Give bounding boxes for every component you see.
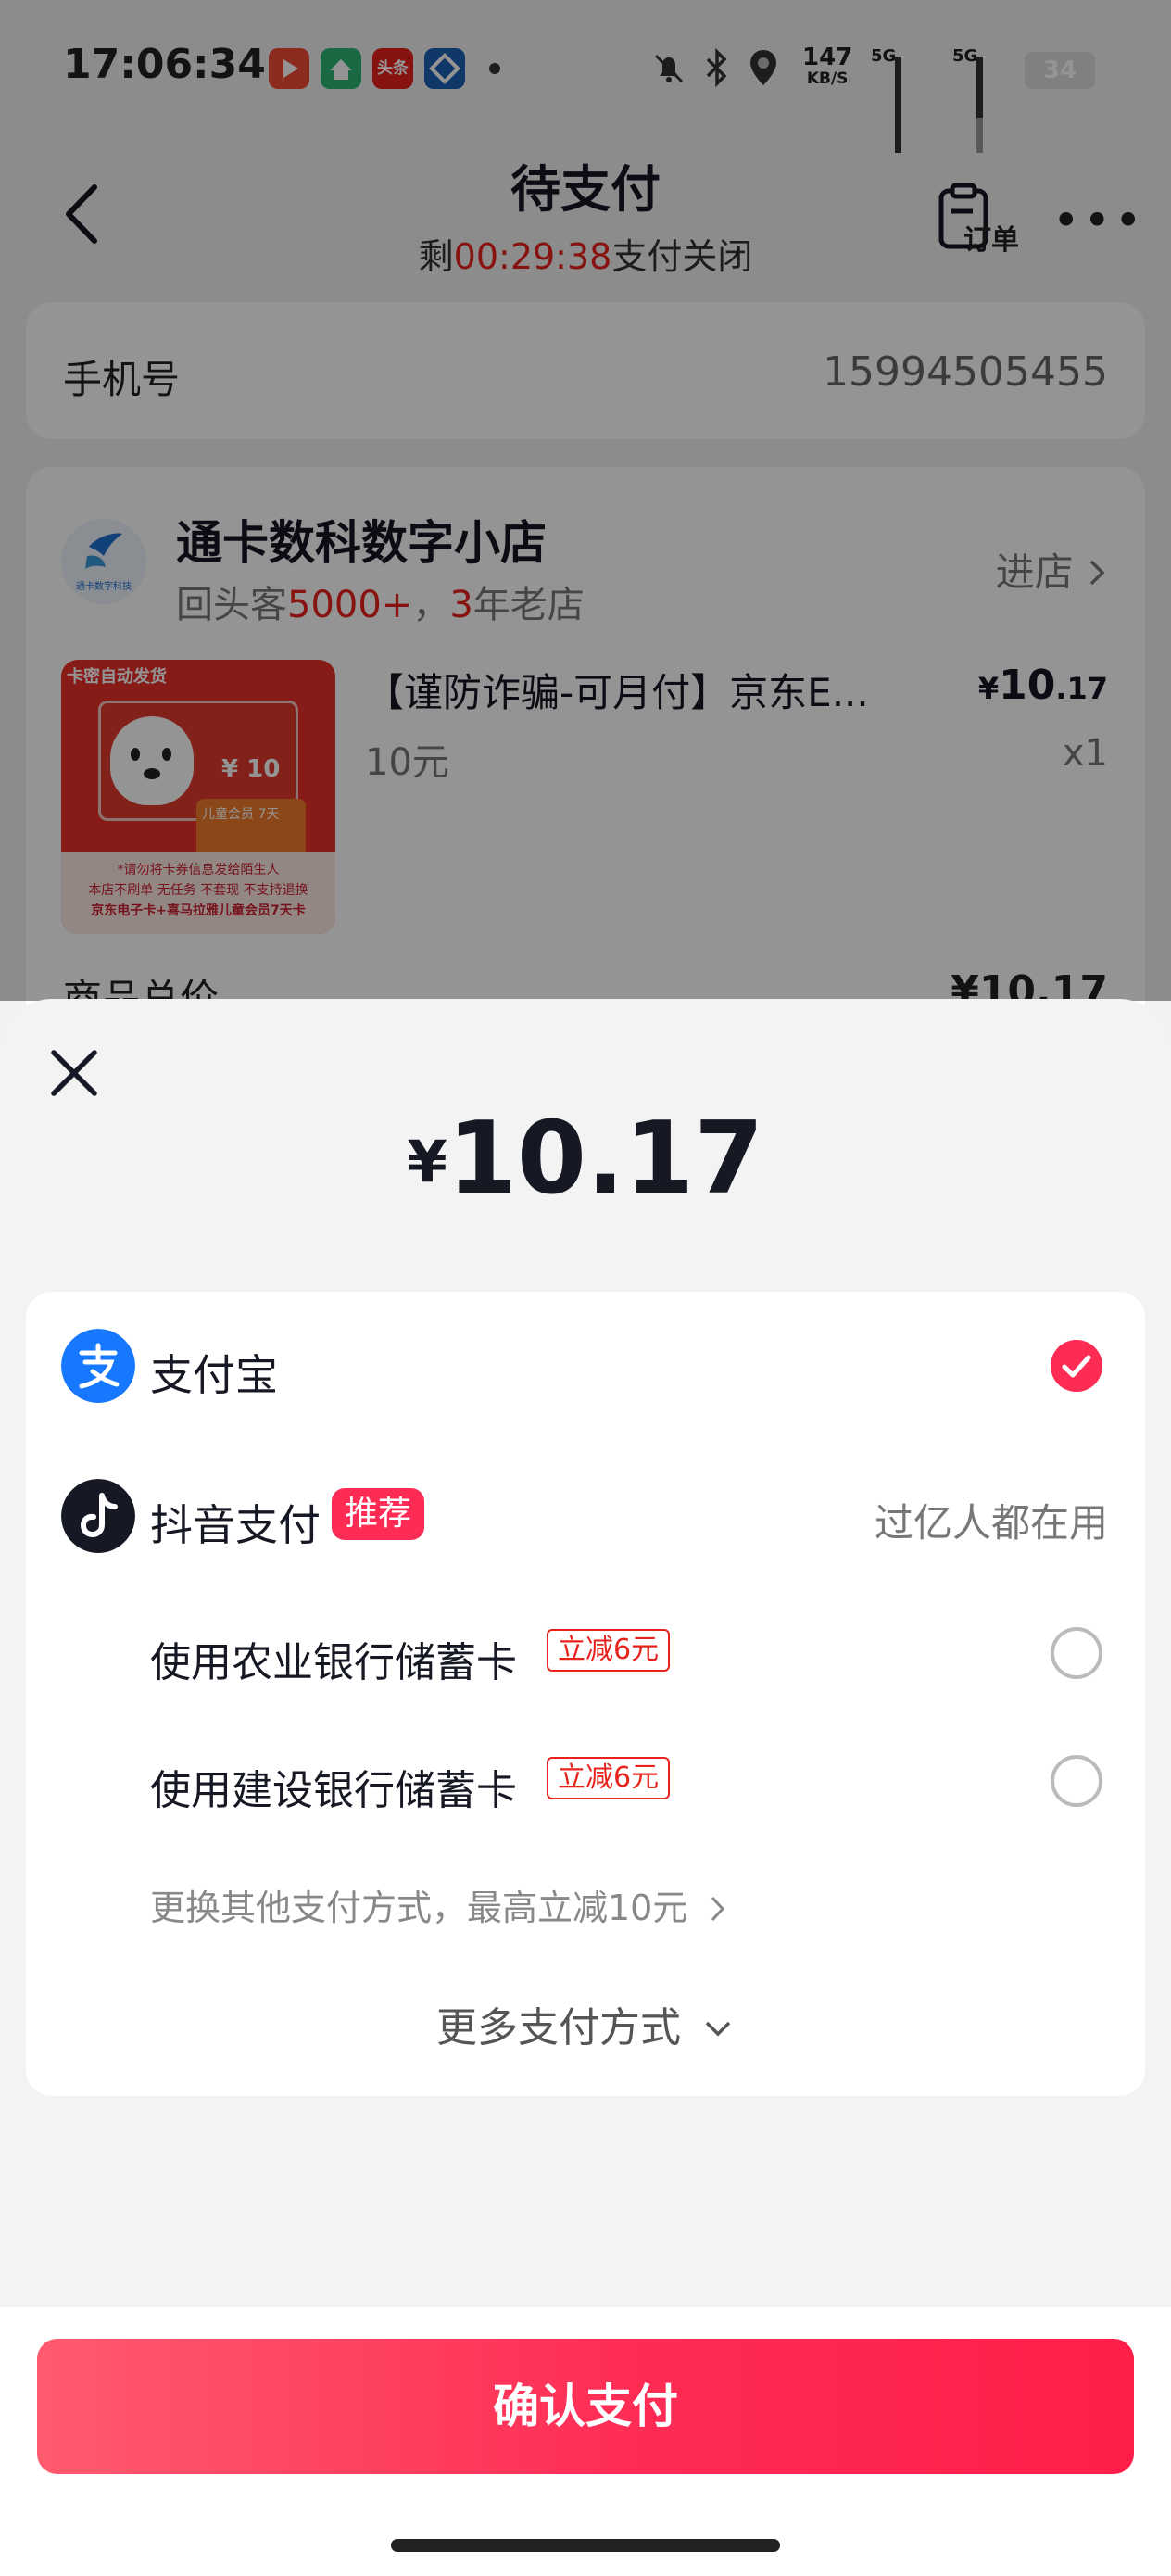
change-payment-link[interactable]: 更换其他支付方式，最高立减10元: [150, 1879, 728, 1930]
payment-option-douyin[interactable]: 抖音支付 推荐 过亿人都在用: [26, 1460, 1145, 1572]
payment-amount: ¥10.17: [0, 1101, 1171, 1217]
douyin-icon: [61, 1479, 135, 1553]
modal-backdrop[interactable]: [0, 0, 1171, 1001]
chevron-right-icon: [711, 1896, 725, 1922]
selected-check-icon: [1051, 1340, 1102, 1392]
bank-option-ccb[interactable]: 使用建设银行储蓄卡 立减6元: [26, 1725, 1145, 1837]
discount-badge: 立减6元: [547, 1757, 671, 1799]
discount-badge: 立减6元: [547, 1629, 671, 1672]
chevron-down-icon: [705, 2021, 731, 2037]
recommended-badge: 推荐: [332, 1488, 425, 1540]
more-payment-methods[interactable]: 更多支付方式: [26, 1994, 1145, 2053]
payment-option-alipay[interactable]: 支付宝: [26, 1310, 1145, 1421]
home-indicator[interactable]: [391, 2539, 780, 2552]
bank-option-abc[interactable]: 使用农业银行储蓄卡 立减6元: [26, 1597, 1145, 1709]
payment-page: 17:06:34 头条 147 KB/S 5G 5G 34 待支付 剩00:29…: [0, 0, 1171, 2576]
douyin-pay-label: 抖音支付: [150, 1500, 321, 1550]
alipay-icon: [61, 1329, 135, 1403]
amount-currency: ¥: [407, 1128, 447, 1195]
radio-unselected-icon[interactable]: [1051, 1627, 1102, 1679]
radio-unselected-icon[interactable]: [1051, 1755, 1102, 1807]
payment-methods-card: 支付宝 抖音支付 推荐 过亿人都在用 使用农业银行储蓄卡 立减6元 使用建设银行…: [26, 1292, 1145, 2096]
confirm-payment-button[interactable]: 确认支付: [37, 2339, 1134, 2474]
close-icon[interactable]: [46, 1045, 102, 1101]
bank-option-abc-label: 使用农业银行储蓄卡: [150, 1639, 517, 1686]
douyin-pay-hint: 过亿人都在用: [874, 1500, 1108, 1546]
bank-option-ccb-label: 使用建设银行储蓄卡: [150, 1767, 517, 1814]
alipay-label: 支付宝: [150, 1350, 278, 1400]
more-payment-methods-label: 更多支付方式: [436, 2004, 681, 2052]
change-payment-text: 更换其他支付方式，最高立减10元: [150, 1888, 688, 1928]
amount-value: 10.17: [447, 1101, 764, 1217]
